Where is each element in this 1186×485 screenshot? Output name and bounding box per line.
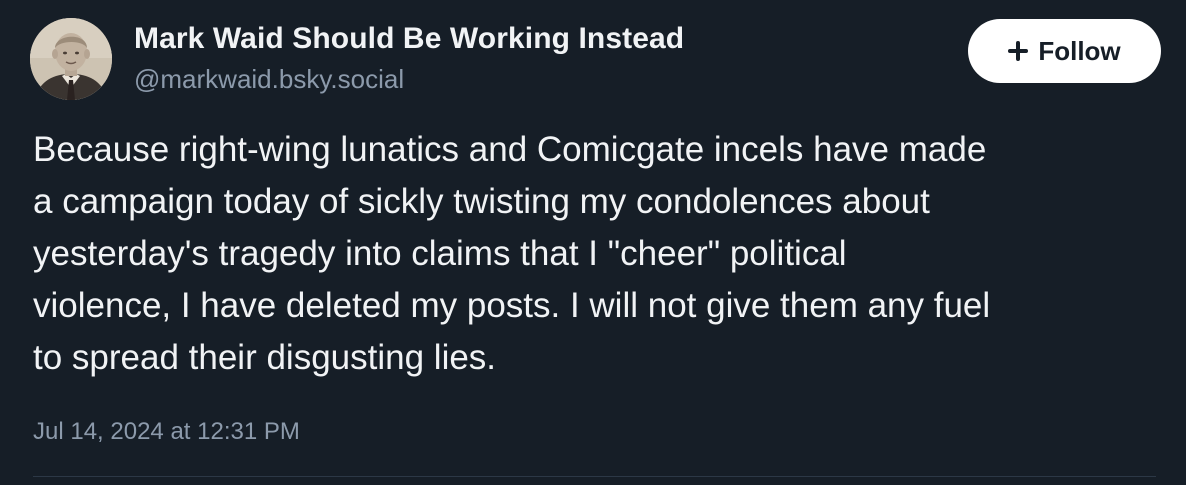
post-timestamp[interactable]: Jul 14, 2024 at 12:31 PM bbox=[33, 418, 300, 446]
follow-button-label: Follow bbox=[1038, 35, 1121, 66]
post-text: Because right-wing lunatics and Comicgat… bbox=[33, 130, 991, 377]
divider bbox=[33, 476, 1156, 477]
avatar[interactable] bbox=[30, 18, 112, 100]
author-display-name[interactable]: Mark Waid Should Be Working Instead bbox=[134, 22, 684, 56]
author-handle[interactable]: @markwaid.bsky.social bbox=[134, 64, 404, 95]
avatar-image bbox=[30, 18, 112, 100]
follow-button[interactable]: Follow bbox=[968, 19, 1161, 83]
plus-icon bbox=[1008, 41, 1029, 61]
post-card: Mark Waid Should Be Working Instead @mar… bbox=[0, 0, 1186, 485]
